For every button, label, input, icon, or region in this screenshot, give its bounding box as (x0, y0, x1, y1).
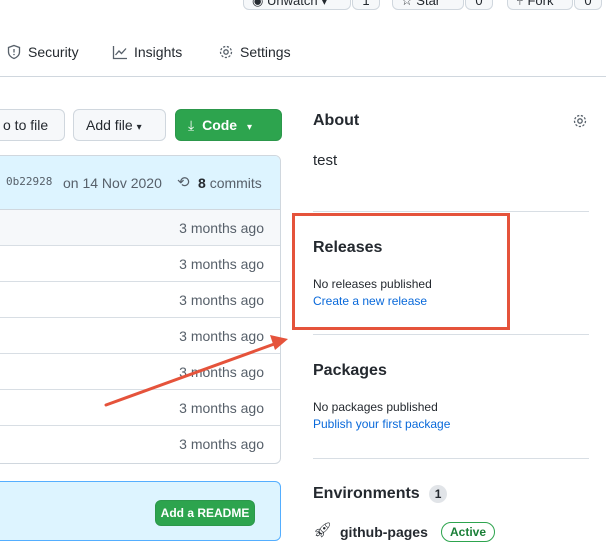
rocket-icon: 🚀︎ (313, 522, 333, 539)
download-icon: ⤓ (188, 117, 195, 133)
tab-insights-label: Insights (134, 44, 183, 60)
star-label: Star (416, 0, 441, 8)
file-age: 3 months ago (179, 220, 264, 236)
file-row[interactable]: 3 months ago (0, 426, 280, 462)
file-age: 3 months ago (179, 328, 264, 344)
file-row[interactable]: 3 months ago (0, 246, 280, 282)
file-list: 0b22928 on 14 Nov 2020 ⟲ 8 commits 3 mon… (0, 155, 281, 464)
file-age: 3 months ago (179, 400, 264, 416)
divider (313, 334, 589, 335)
divider (313, 211, 589, 212)
go-to-file-button[interactable]: o to file (0, 109, 65, 141)
history-icon: ⟲ (177, 174, 190, 191)
file-age: 3 months ago (179, 364, 264, 380)
gear-icon[interactable] (572, 113, 588, 129)
latest-commit-bar: 0b22928 on 14 Nov 2020 ⟲ 8 commits (0, 156, 280, 210)
code-button[interactable]: ⤓ Code ▾ (175, 109, 282, 141)
tab-security-label: Security (28, 44, 79, 60)
file-row[interactable]: 3 months ago (0, 354, 280, 390)
about-title: About (313, 112, 360, 129)
graph-icon (112, 46, 127, 60)
gear-icon (219, 45, 233, 59)
repo-nav: Security Insights Settings (0, 36, 606, 77)
add-file-button[interactable]: Add file ▾ (73, 109, 166, 141)
tab-settings[interactable]: Settings (218, 44, 291, 60)
file-age: 3 months ago (179, 436, 264, 452)
tab-security[interactable]: Security (6, 44, 79, 60)
unwatch-count[interactable]: 1 (352, 0, 380, 10)
commit-hash[interactable]: 0b22928 (6, 175, 52, 188)
environment-name[interactable]: github-pages (340, 524, 428, 540)
tab-settings-label: Settings (240, 44, 291, 60)
packages-title[interactable]: Packages (313, 362, 387, 380)
file-row[interactable]: 3 months ago (0, 318, 280, 354)
fork-icon: ⑂ (516, 0, 524, 8)
environment-status-badge: Active (441, 522, 496, 542)
publish-package-link[interactable]: Publish your first package (313, 417, 450, 431)
eye-icon: ◉ (252, 0, 264, 8)
star-count[interactable]: 0 (465, 0, 493, 10)
no-packages-text: No packages published (313, 400, 438, 414)
commit-count-link[interactable]: 8 commits (198, 175, 262, 191)
chevron-down-icon: ▾ (246, 122, 253, 133)
fork-button[interactable]: ⑂ Fork (507, 0, 573, 10)
shield-icon (7, 44, 21, 60)
environments-count-badge: 1 (429, 485, 448, 503)
fork-label: Fork (527, 0, 554, 8)
fork-count[interactable]: 0 (574, 0, 602, 10)
file-row[interactable]: 3 months ago (0, 210, 280, 246)
file-age: 3 months ago (179, 256, 264, 272)
file-age: 3 months ago (179, 292, 264, 308)
file-row[interactable]: 3 months ago (0, 282, 280, 318)
add-readme-button[interactable]: Add a README (155, 500, 255, 526)
star-icon: ☆ (401, 0, 413, 8)
unwatch-button[interactable]: ◉ Unwatch ▾ (243, 0, 351, 10)
tab-insights[interactable]: Insights (112, 44, 182, 60)
repo-description: test (313, 152, 338, 169)
unwatch-label: Unwatch (266, 0, 318, 8)
divider (313, 458, 589, 459)
readme-prompt: Add a README (0, 481, 281, 541)
commit-date: on 14 Nov 2020 (63, 175, 162, 191)
file-row[interactable]: 3 months ago (0, 390, 280, 426)
environments-title[interactable]: Environments 1 (313, 485, 448, 503)
releases-highlight-box (292, 213, 510, 330)
star-button[interactable]: ☆ Star (392, 0, 464, 10)
chevron-down-icon: ▾ (136, 122, 142, 133)
